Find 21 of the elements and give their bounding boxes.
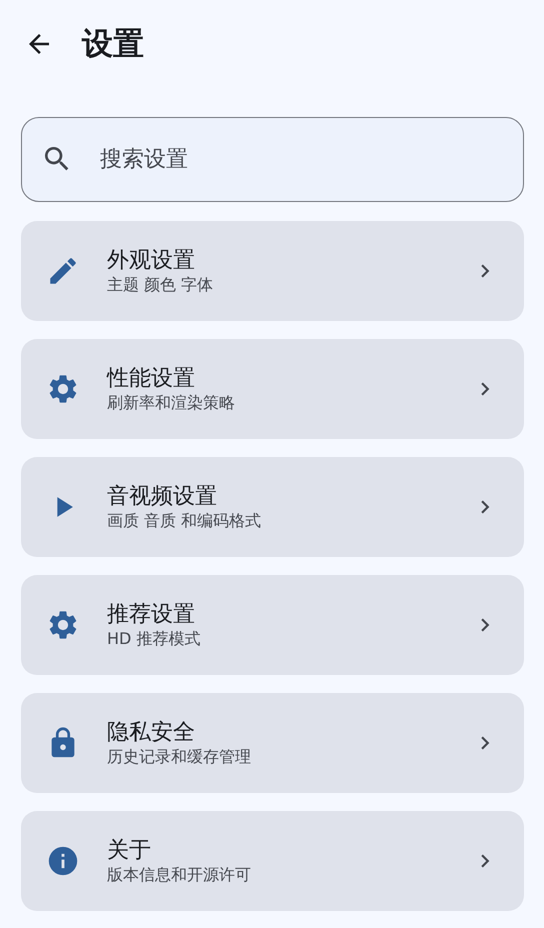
item-title: 外观设置	[107, 247, 196, 275]
page-title: 设置	[82, 25, 144, 64]
item-subtitle: HD 推荐模式	[107, 629, 202, 649]
info-icon	[46, 844, 80, 878]
item-subtitle: 历史记录和缓存管理	[107, 747, 252, 767]
item-title: 音视频设置	[107, 483, 218, 511]
settings-item[interactable]: 外观设置 主题 颜色 字体	[21, 221, 524, 321]
item-subtitle: 刷新率和渲染策略	[107, 393, 236, 413]
settings-item[interactable]: 隐私安全 历史记录和缓存管理	[21, 693, 524, 793]
settings-item[interactable]: 关于 版本信息和开源许可	[21, 811, 524, 911]
item-subtitle: 画质 音质 和编码格式	[107, 511, 262, 531]
item-title: 隐私安全	[107, 719, 196, 747]
item-title: 推荐设置	[107, 601, 196, 629]
item-title: 关于	[107, 837, 152, 865]
search-field[interactable]: 搜索设置	[21, 117, 524, 202]
settings-item[interactable]: 推荐设置 HD 推荐模式	[21, 575, 524, 675]
item-subtitle: 版本信息和开源许可	[107, 865, 252, 885]
settings-item[interactable]: 音视频设置 画质 音质 和编码格式	[21, 457, 524, 557]
item-subtitle: 主题 颜色 字体	[107, 275, 214, 295]
settings-item[interactable]: 性能设置 刷新率和渲染策略	[21, 339, 524, 439]
item-title: 性能设置	[107, 365, 196, 393]
